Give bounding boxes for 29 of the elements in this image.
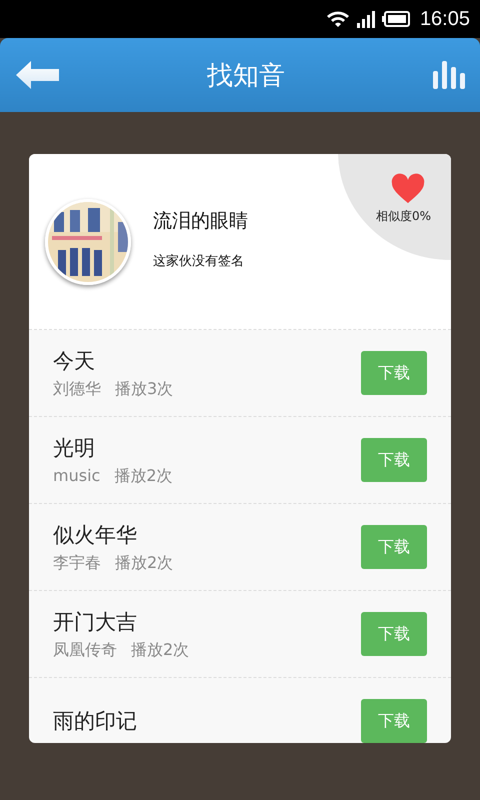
artist-name: 李宇春 — [53, 552, 101, 574]
play-count: 播放2次 — [115, 552, 174, 574]
download-button[interactable]: 下载 — [361, 699, 427, 743]
signal-icon — [356, 10, 376, 28]
user-name: 流泪的眼睛 — [153, 208, 248, 234]
status-time: 16:05 — [420, 8, 470, 30]
user-signature: 这家伙没有签名 — [153, 252, 245, 270]
play-count: 播放2次 — [131, 640, 190, 660]
similarity-label: 相似度0% — [376, 208, 432, 225]
back-button[interactable] — [16, 60, 60, 90]
song-title: 似火年华 — [53, 522, 138, 548]
download-button[interactable]: 下载 — [361, 525, 427, 569]
song-title: 今天 — [53, 348, 96, 374]
song-title: 开门大吉 — [53, 608, 138, 636]
battery-icon — [382, 11, 410, 27]
artist-name: 刘德华 — [53, 378, 101, 400]
song-title: 雨的印记 — [53, 708, 137, 735]
play-count: 播放2次 — [114, 466, 172, 486]
play-count: 播放3次 — [115, 378, 174, 400]
wifi-icon — [326, 10, 350, 28]
artist-name: 凤凰传奇 — [53, 640, 117, 660]
page-title: 找知音 — [207, 60, 285, 92]
download-button[interactable]: 下载 — [361, 438, 427, 482]
equalizer-button[interactable] — [432, 61, 466, 89]
song-title: 光明 — [53, 434, 96, 462]
download-button[interactable]: 下载 — [361, 612, 427, 656]
download-button[interactable]: 下载 — [361, 351, 427, 395]
heart-icon — [390, 172, 426, 204]
artist-name: music — [53, 466, 100, 486]
